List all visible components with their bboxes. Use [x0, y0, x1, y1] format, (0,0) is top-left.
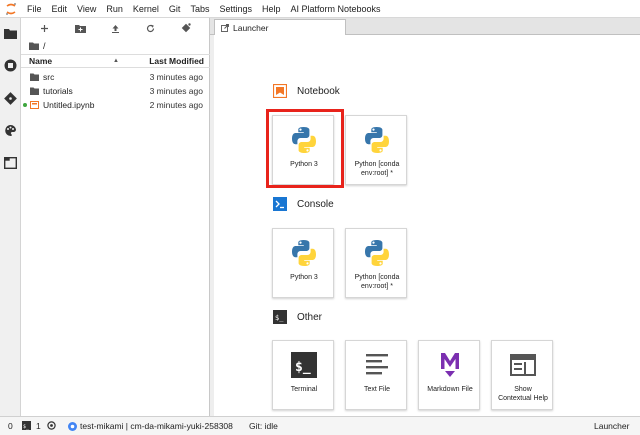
git-icon[interactable] [3, 91, 18, 106]
section-title: Notebook [297, 85, 340, 97]
file-browser: / Name ▲ Last Modified src 3 minutes ago… [21, 18, 210, 416]
terminal-section-icon: $_ [272, 310, 287, 325]
file-name: src [43, 72, 55, 82]
card-label: Python 3 [290, 274, 318, 281]
section-notebook: Notebook [272, 83, 340, 99]
tab-bar: Launcher [210, 18, 640, 36]
running-indicator-icon [23, 103, 27, 107]
menu-kernel[interactable]: Kernel [128, 0, 164, 18]
card-label: Show Contextual Help [498, 386, 548, 402]
google-cloud-icon [68, 421, 77, 431]
tab-label: Launcher [233, 23, 269, 33]
folder-icon [30, 73, 39, 81]
status-bar: 0 $_ 1 test-mikami | cm-da-mikami-yuki-2… [0, 416, 640, 435]
card-label: Terminal [290, 386, 318, 393]
project-name: test-mikami | cm-da-mikami-yuki-258308 [80, 421, 233, 431]
menu-ai-platform-notebooks[interactable]: AI Platform Notebooks [286, 0, 386, 18]
section-other: $_ Other [272, 309, 322, 325]
breadcrumb[interactable]: / [29, 40, 46, 52]
card-label: Text File [363, 386, 391, 393]
file-row-src[interactable]: src 3 minutes ago [21, 70, 210, 84]
terminal-card[interactable]: $_ Terminal [272, 340, 334, 410]
menu-file[interactable]: File [22, 0, 47, 18]
svg-text:$_: $_ [275, 314, 284, 322]
kernel-status-icon[interactable] [47, 421, 56, 430]
menu-tabs[interactable]: Tabs [185, 0, 214, 18]
sort-arrow-icon: ▲ [113, 58, 119, 64]
terminal-icon: $_ [288, 349, 320, 381]
project-status[interactable]: test-mikami | cm-da-mikami-yuki-258308 [68, 421, 233, 431]
text-file-icon [361, 349, 393, 381]
column-name-header[interactable]: Name [29, 56, 52, 66]
notebook-conda-card[interactable]: Python [conda env:root] * [345, 115, 407, 185]
file-row-tutorials[interactable]: tutorials 3 minutes ago [21, 84, 210, 98]
file-modified: 3 minutes ago [149, 86, 203, 96]
markdown-icon [434, 349, 466, 381]
red-highlight-box [266, 109, 344, 188]
menu-help[interactable]: Help [257, 0, 286, 18]
menu-git[interactable]: Git [164, 0, 186, 18]
palette-icon[interactable] [3, 123, 18, 138]
svg-text:$_: $_ [295, 360, 311, 375]
git-status: Git: idle [249, 421, 278, 431]
menu-edit[interactable]: Edit [47, 0, 73, 18]
new-launcher-icon[interactable] [36, 21, 54, 35]
file-list-header: Name ▲ Last Modified [21, 54, 210, 68]
file-name: Untitled.ipynb [43, 100, 95, 110]
section-title: Console [297, 198, 334, 210]
file-name: tutorials [43, 86, 73, 96]
python-logo-icon [361, 124, 393, 156]
menu-view[interactable]: View [72, 0, 101, 18]
menu-settings[interactable]: Settings [214, 0, 257, 18]
column-modified-header[interactable]: Last Modified [149, 56, 204, 66]
refresh-icon[interactable] [142, 21, 160, 35]
running-kernels-icon[interactable] [3, 58, 18, 73]
terminal-status-icon[interactable]: $_ [22, 421, 31, 430]
activity-bar [0, 18, 21, 416]
breadcrumb-path: / [43, 41, 46, 51]
contextual-help-card[interactable]: Show Contextual Help [491, 340, 553, 410]
card-label: Python [conda env:root] * [354, 161, 400, 177]
menu-run[interactable]: Run [101, 0, 128, 18]
section-console: Console [272, 196, 334, 212]
git-clone-icon[interactable] [177, 21, 195, 35]
folder-icon[interactable] [3, 26, 18, 41]
file-modified: 2 minutes ago [149, 100, 203, 110]
card-label: Python [conda env:root] * [354, 274, 400, 290]
folder-icon [30, 87, 39, 95]
kernel-count[interactable]: 0 [8, 421, 13, 431]
main-area: Launcher Notebook Python 3 Python [conda… [210, 18, 640, 416]
tab-launcher[interactable]: Launcher [214, 19, 346, 36]
launcher-panel: Notebook Python 3 Python [conda env:root… [214, 35, 640, 416]
menu-bar: File Edit View Run Kernel Git Tabs Setti… [0, 0, 640, 18]
file-row-untitled-ipynb[interactable]: Untitled.ipynb 2 minutes ago [21, 98, 210, 112]
new-folder-icon[interactable] [71, 21, 89, 35]
console-conda-card[interactable]: Python [conda env:root] * [345, 228, 407, 298]
markdown-file-card[interactable]: Markdown File [418, 340, 480, 410]
console-python3-card[interactable]: Python 3 [272, 228, 334, 298]
svg-text:$_: $_ [23, 424, 30, 430]
notebook-file-icon [30, 101, 39, 109]
python-logo-icon [361, 237, 393, 269]
console-section-icon [272, 197, 287, 212]
upload-icon[interactable] [106, 21, 124, 35]
text-file-card[interactable]: Text File [345, 340, 407, 410]
file-browser-toolbar [21, 18, 210, 38]
notebook-section-icon [272, 84, 287, 99]
tabs-icon[interactable] [3, 155, 18, 170]
folder-icon [29, 42, 39, 50]
contextual-help-icon [507, 349, 539, 381]
launcher-tab-icon [221, 24, 229, 32]
python-logo-icon [288, 237, 320, 269]
file-modified: 3 minutes ago [149, 72, 203, 82]
jupyter-logo-icon [0, 0, 22, 18]
card-label: Markdown File [427, 386, 473, 393]
mode-status: Launcher [594, 421, 630, 431]
section-title: Other [297, 311, 323, 323]
terminal-count[interactable]: 1 [36, 421, 41, 431]
